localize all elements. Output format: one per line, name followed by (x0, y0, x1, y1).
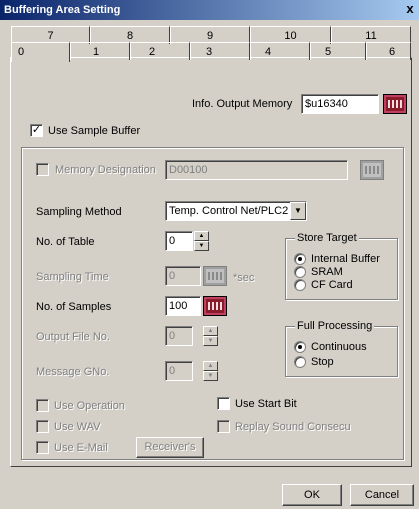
sampling-method-select[interactable]: Temp. Control Net/PLC2 (165, 201, 307, 221)
chevron-down-icon[interactable]: ▼ (290, 202, 306, 220)
tab-3[interactable]: 3 (190, 42, 250, 60)
sampling-time-field[interactable]: 0 (165, 266, 201, 286)
memory-designation-checkbox[interactable] (36, 163, 49, 176)
tab-0[interactable]: 0 (11, 42, 70, 62)
memory-designation-field[interactable]: D00100 (165, 160, 348, 180)
cf-card-label: CF Card (311, 279, 353, 291)
sampling-time-label: Sampling Time (36, 271, 109, 283)
keypad-icon[interactable] (383, 94, 407, 114)
radio-cf-card[interactable] (294, 279, 306, 291)
sampling-time-unit: *sec (233, 272, 255, 284)
tab-1[interactable]: 1 (70, 42, 130, 60)
info-output-field[interactable]: $u16340 (301, 94, 379, 114)
message-gno-field[interactable]: 0 (165, 361, 193, 381)
use-sample-buffer-checkbox[interactable]: ✓ (30, 124, 43, 137)
continuous-label: Continuous (311, 341, 367, 353)
info-output-label: Info. Output Memory (192, 98, 293, 110)
keypad-icon[interactable] (203, 296, 227, 316)
sram-label: SRAM (311, 266, 343, 278)
message-gno-label: Message GNo. (36, 366, 110, 378)
replay-sound-label: Replay Sound Consecu (235, 421, 351, 433)
keypad-icon[interactable] (360, 160, 384, 180)
window-title: Buffering Area Setting (4, 4, 121, 16)
spin-icon[interactable]: ▲ ▼ (203, 361, 218, 381)
spin-down-icon[interactable]: ▼ (203, 371, 218, 381)
store-target-title: Store Target (295, 232, 359, 244)
sampling-method-label: Sampling Method (36, 206, 122, 218)
use-email-label: Use E-Mail (54, 442, 108, 454)
title-bar: Buffering Area Setting (0, 0, 419, 20)
output-file-no-field[interactable]: 0 (165, 326, 193, 346)
use-wav-label: Use WAV (54, 421, 101, 433)
tab-4[interactable]: 4 (250, 42, 310, 60)
spin-up-icon[interactable]: ▲ (203, 361, 218, 371)
close-icon[interactable]: x (403, 2, 417, 16)
tab-6[interactable]: 6 (366, 42, 411, 60)
radio-internal-buffer[interactable] (294, 253, 306, 265)
radio-sram[interactable] (294, 266, 306, 278)
spin-up-icon[interactable]: ▲ (203, 326, 218, 336)
spin-down-icon[interactable]: ▼ (203, 336, 218, 346)
memory-designation-label: Memory Designation (55, 164, 156, 176)
use-wav-checkbox[interactable] (36, 420, 49, 433)
replay-sound-checkbox[interactable] (217, 420, 230, 433)
internal-buffer-label: Internal Buffer (311, 253, 380, 265)
spin-icon[interactable]: ▲ ▼ (194, 231, 209, 251)
no-of-table-label: No. of Table (36, 236, 95, 248)
spin-up-icon[interactable]: ▲ (194, 231, 209, 241)
tab-row-front: 0 1 2 3 4 5 6 (11, 42, 411, 62)
use-start-bit-checkbox[interactable] (217, 397, 230, 410)
use-operation-label: Use Operation (54, 400, 125, 412)
spin-down-icon[interactable]: ▼ (194, 241, 209, 251)
radio-stop[interactable] (294, 356, 306, 368)
ok-button[interactable]: OK (282, 484, 342, 506)
output-file-no-label: Output File No. (36, 331, 110, 343)
receivers-button[interactable]: Receiver's (136, 437, 204, 458)
use-start-bit-label: Use Start Bit (235, 398, 297, 410)
keypad-icon[interactable] (203, 266, 227, 286)
tab-2[interactable]: 2 (130, 42, 190, 60)
use-operation-checkbox[interactable] (36, 399, 49, 412)
no-of-samples-label: No. of Samples (36, 301, 112, 313)
radio-continuous[interactable] (294, 341, 306, 353)
use-email-checkbox[interactable] (36, 441, 49, 454)
tab-5[interactable]: 5 (310, 42, 366, 60)
no-of-samples-field[interactable]: 100 (165, 296, 201, 316)
spin-icon[interactable]: ▲ ▼ (203, 326, 218, 346)
stop-label: Stop (311, 356, 334, 368)
use-sample-buffer-label: Use Sample Buffer (48, 125, 141, 137)
full-processing-title: Full Processing (295, 320, 375, 332)
sampling-method-value: Temp. Control Net/PLC2 (169, 205, 289, 217)
cancel-button[interactable]: Cancel (350, 484, 414, 506)
no-of-table-field[interactable]: 0 (165, 231, 193, 251)
